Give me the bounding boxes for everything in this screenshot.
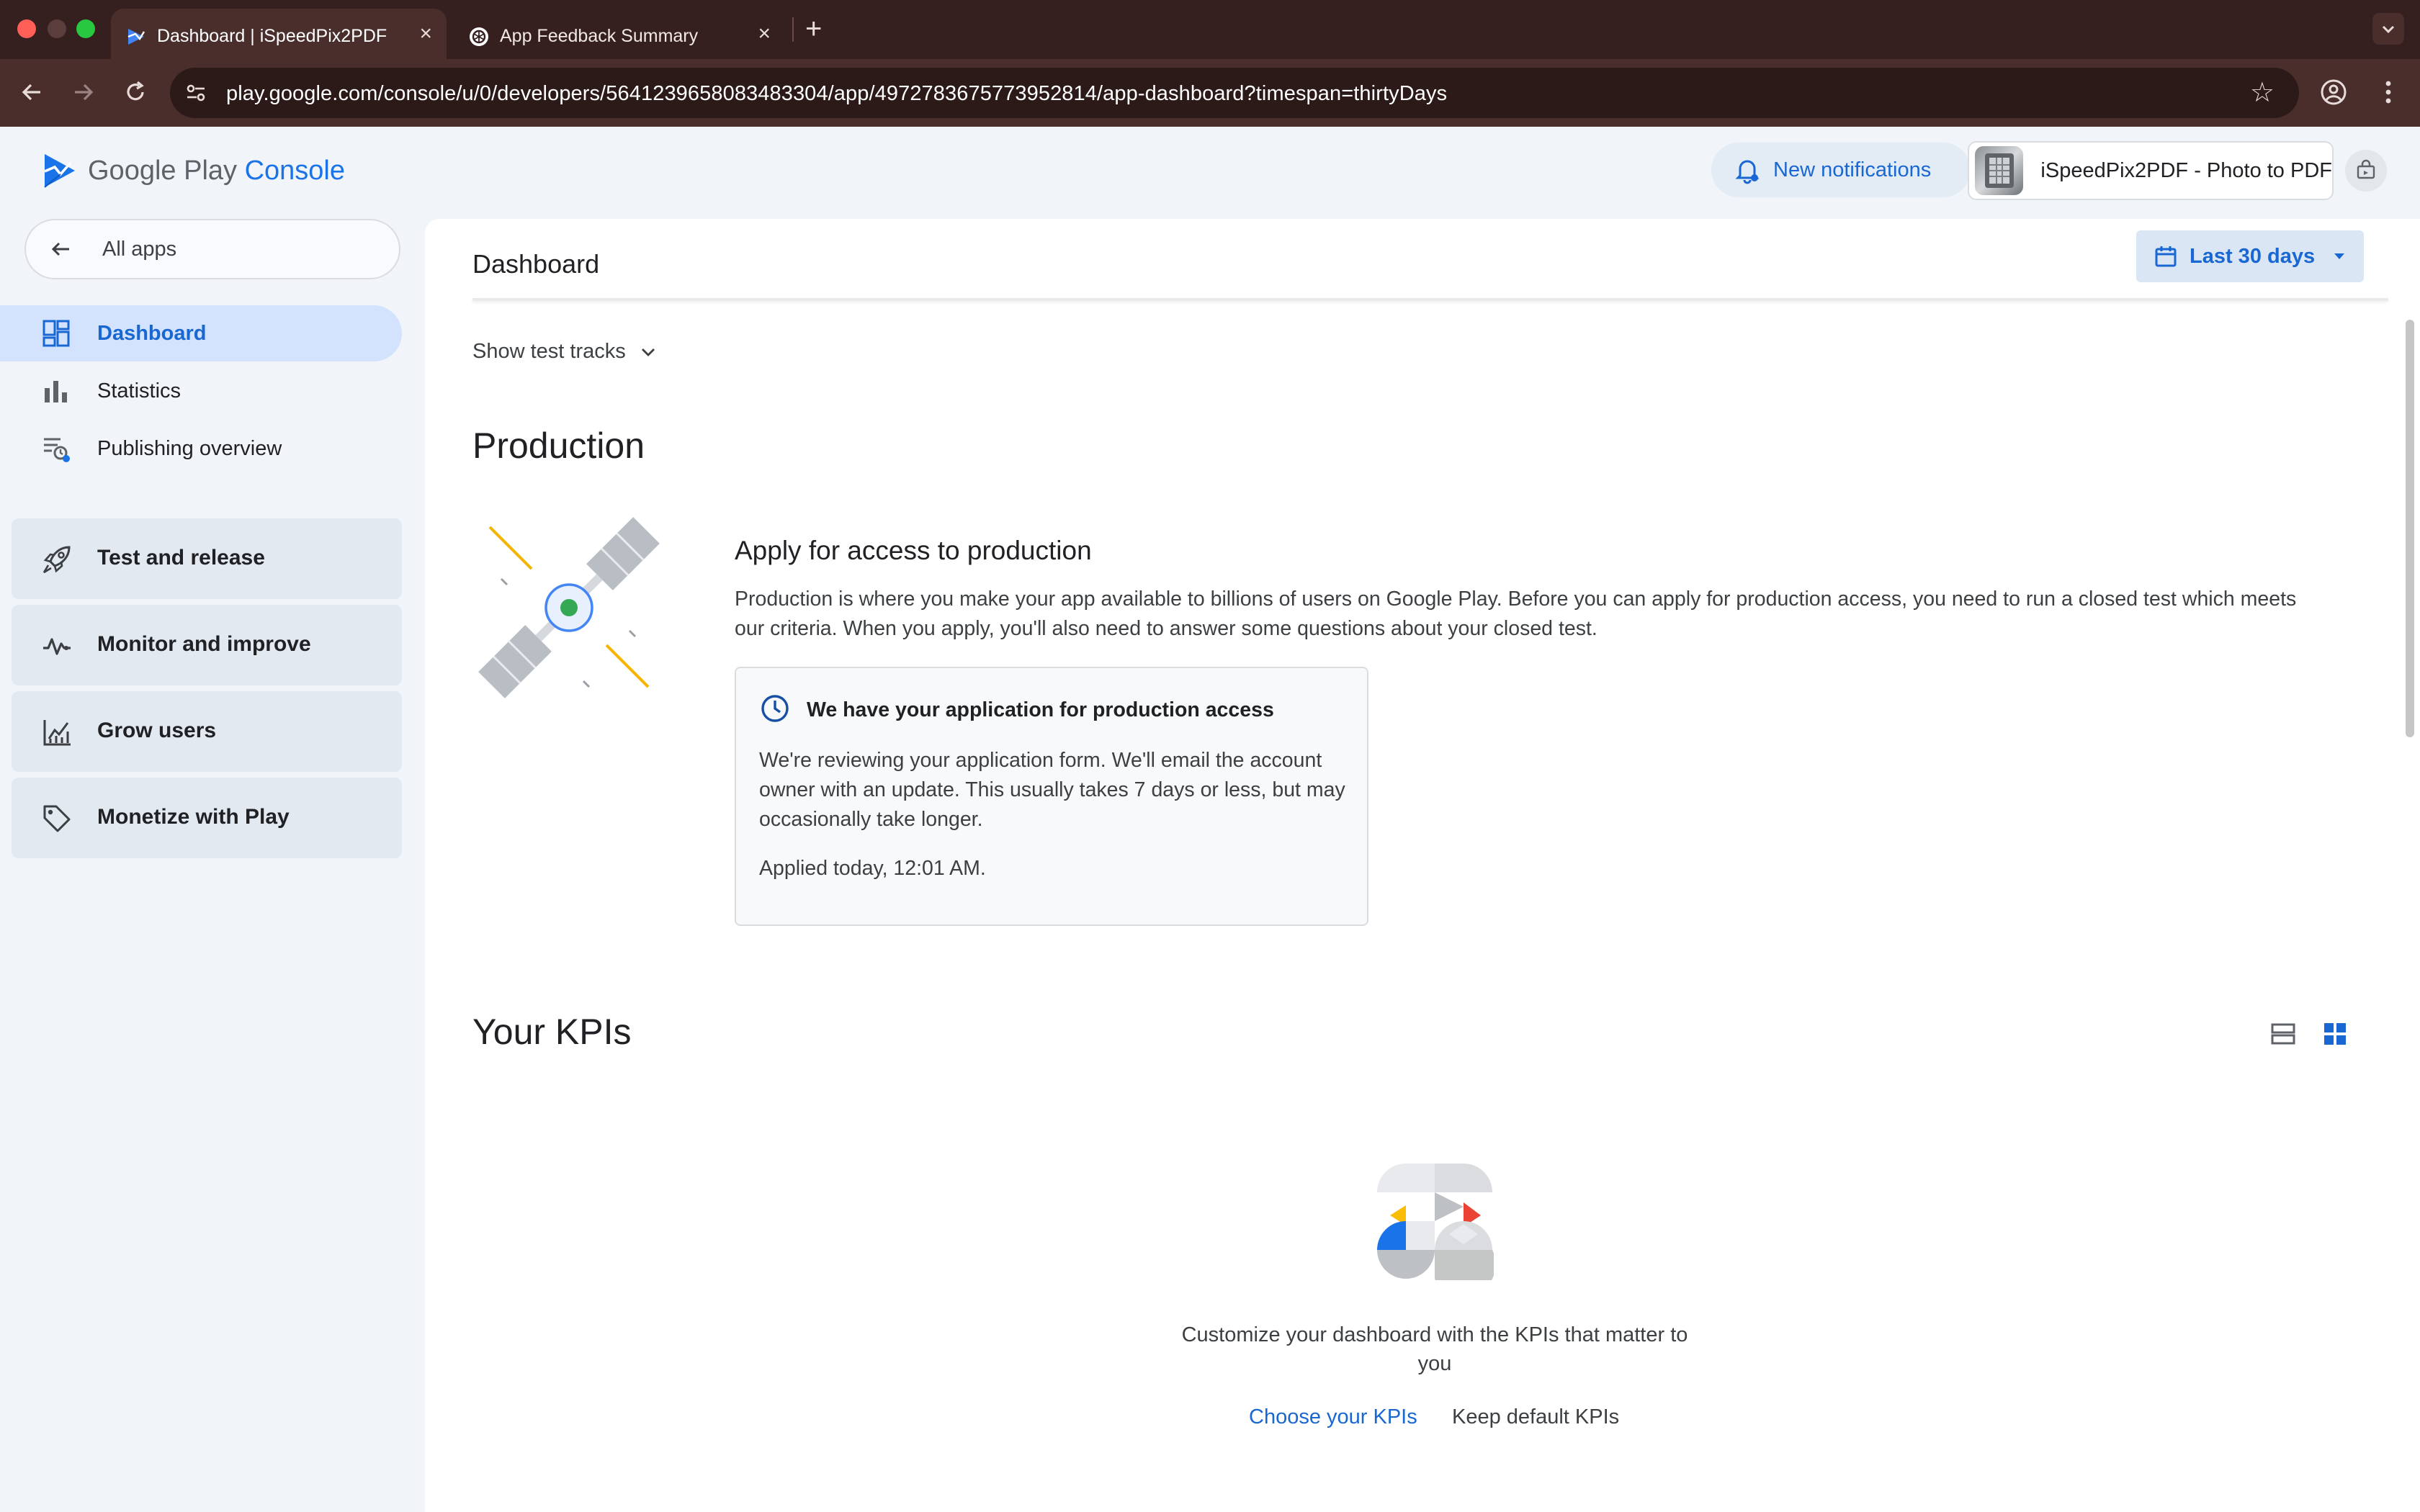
reload-button[interactable] [118, 75, 153, 109]
chevron-down-icon [641, 348, 655, 356]
chevron-down-icon [2382, 25, 2395, 34]
bookmark-star-icon[interactable]: ☆ [2250, 76, 2275, 109]
tab-dashboard[interactable]: Dashboard | iSpeedPix2PDF - × [111, 9, 447, 59]
browser-toolbar: play.google.com/console/u/0/developers/5… [0, 59, 2420, 127]
app-name: iSpeedPix2PDF - Photo to PDF [2040, 158, 2332, 182]
back-button[interactable] [14, 75, 49, 109]
arrow-left-icon [51, 242, 69, 256]
sidebar-item-dashboard[interactable]: Dashboard [0, 305, 402, 361]
store-icon [2357, 159, 2375, 179]
main-scrollbar[interactable] [2406, 320, 2414, 737]
sidebar-item-statistics[interactable]: Statistics [0, 363, 402, 419]
app-selector[interactable]: iSpeedPix2PDF - Photo to PDF [1968, 141, 2334, 200]
url-text[interactable]: play.google.com/console/u/0/developers/5… [226, 82, 1447, 106]
more-vert-icon[interactable] [2372, 75, 2404, 109]
rocket-icon [42, 546, 71, 574]
new-notifications-label: New notifications [1773, 158, 1932, 181]
sidebar-section-grow-users[interactable]: Grow users [12, 691, 402, 772]
logo-text: Google Play Console [88, 156, 345, 186]
window-maximize-button[interactable] [76, 19, 95, 38]
sidebar-section-test-and-release[interactable]: Test and release [12, 518, 402, 599]
publishing-overview-icon [44, 438, 70, 462]
all-apps-label: All apps [102, 237, 177, 261]
bar-chart-icon [45, 381, 67, 402]
new-notifications-button[interactable]: New notifications [1711, 143, 1971, 197]
sidebar-item-label: Statistics [97, 379, 182, 402]
tab-title: Dashboard | iSpeedPix2PDF - [157, 26, 387, 46]
app-icon-graphic [1985, 153, 2014, 188]
tab-app-feedback[interactable]: App Feedback Summary × [454, 9, 785, 59]
logo-console-text: Console [244, 155, 345, 186]
browser-tabstrip: Dashboard | iSpeedPix2PDF - × App Feedba… [0, 0, 2420, 59]
dropdown-arrow-icon [2334, 253, 2345, 259]
sidebar-section-label: Monetize with Play [97, 805, 290, 829]
arrow-right-icon [75, 84, 94, 101]
clock-icon [761, 695, 789, 722]
choose-kpis-link[interactable]: Choose your KPIs [1249, 1405, 1417, 1429]
card-applied-date: Applied today, 12:01 AM. [759, 857, 986, 880]
grow-chart-icon [43, 720, 71, 746]
kpis-heading: Your KPIs [472, 1012, 632, 1052]
sidebar-item-publishing-overview[interactable]: Publishing overview [0, 420, 402, 477]
kpi-empty-state-illustration [1377, 1164, 1494, 1280]
arrow-left-icon [22, 84, 40, 101]
play-console-logo[interactable]: Google Play Console [42, 153, 345, 189]
main-content: Dashboard Last 30 days Show test tracks … [425, 219, 2420, 1512]
address-bar[interactable]: play.google.com/console/u/0/developers/5… [170, 68, 2299, 118]
tag-icon [43, 805, 71, 832]
play-console-favicon-icon [127, 29, 145, 45]
keep-default-kpis-link[interactable]: Keep default KPIs [1452, 1405, 1619, 1429]
play-console-app: Google Play Console New notifications iS… [0, 127, 2420, 1512]
list-view-icon[interactable] [2269, 1020, 2298, 1048]
show-test-tracks-label: Show test tracks [472, 340, 626, 363]
sidebar-section-label: Grow users [97, 719, 217, 742]
sidebar-section-label: Test and release [97, 546, 265, 570]
sidebar-section-monitor-and-improve[interactable]: Monitor and improve [12, 605, 402, 685]
apply-production-description: Production is where you make your app av… [735, 588, 2297, 640]
window-close-button[interactable] [17, 19, 36, 38]
bell-icon [1735, 160, 1760, 184]
date-range-selector[interactable]: Last 30 days [2136, 230, 2364, 282]
show-test-tracks-toggle[interactable]: Show test tracks [472, 340, 659, 364]
page-title: Dashboard [472, 249, 600, 279]
dashboard-icon [42, 320, 70, 347]
profile-icon[interactable] [2318, 76, 2349, 108]
calendar-icon [2155, 246, 2177, 267]
tab-close-icon[interactable]: × [419, 23, 432, 45]
vitals-icon [43, 638, 71, 655]
all-apps-button[interactable]: All apps [24, 219, 400, 279]
card-body: We're reviewing your application form. W… [759, 749, 1345, 831]
apply-production-title: Apply for access to production [735, 536, 1092, 565]
openai-favicon-icon [470, 27, 488, 46]
new-tab-button[interactable]: + [805, 13, 822, 45]
reload-icon [127, 81, 144, 101]
sidebar-item-label: Dashboard [97, 321, 207, 345]
sidebar-section-label: Monitor and improve [97, 632, 311, 656]
app-switch-button[interactable] [2345, 150, 2387, 192]
tab-separator [792, 17, 794, 42]
tab-search-button[interactable] [2372, 13, 2404, 45]
application-status-card: We have your application for production … [735, 667, 1368, 926]
logo-google-play-text: Google Play [88, 155, 238, 186]
header-divider [472, 298, 2388, 301]
kpi-empty-state-text: Customize your dashboard with the KPIs t… [1181, 1323, 1688, 1375]
sidebar-item-label: Publishing overview [97, 436, 282, 460]
play-console-logo-icon [44, 154, 75, 188]
satellite-illustration [478, 517, 660, 698]
tab-title: App Feedback Summary [500, 26, 699, 46]
site-info-icon[interactable] [183, 80, 209, 106]
date-range-label: Last 30 days [2190, 244, 2316, 268]
app-icon [1975, 146, 2024, 195]
window-minimize-button[interactable] [48, 19, 66, 38]
tab-close-icon[interactable]: × [758, 23, 771, 45]
production-heading: Production [472, 426, 645, 466]
forward-button[interactable] [66, 75, 101, 109]
card-title: We have your application for production … [807, 698, 1274, 721]
grid-view-icon[interactable] [2321, 1020, 2349, 1048]
sidebar-section-monetize-with-play[interactable]: Monetize with Play [12, 778, 402, 858]
